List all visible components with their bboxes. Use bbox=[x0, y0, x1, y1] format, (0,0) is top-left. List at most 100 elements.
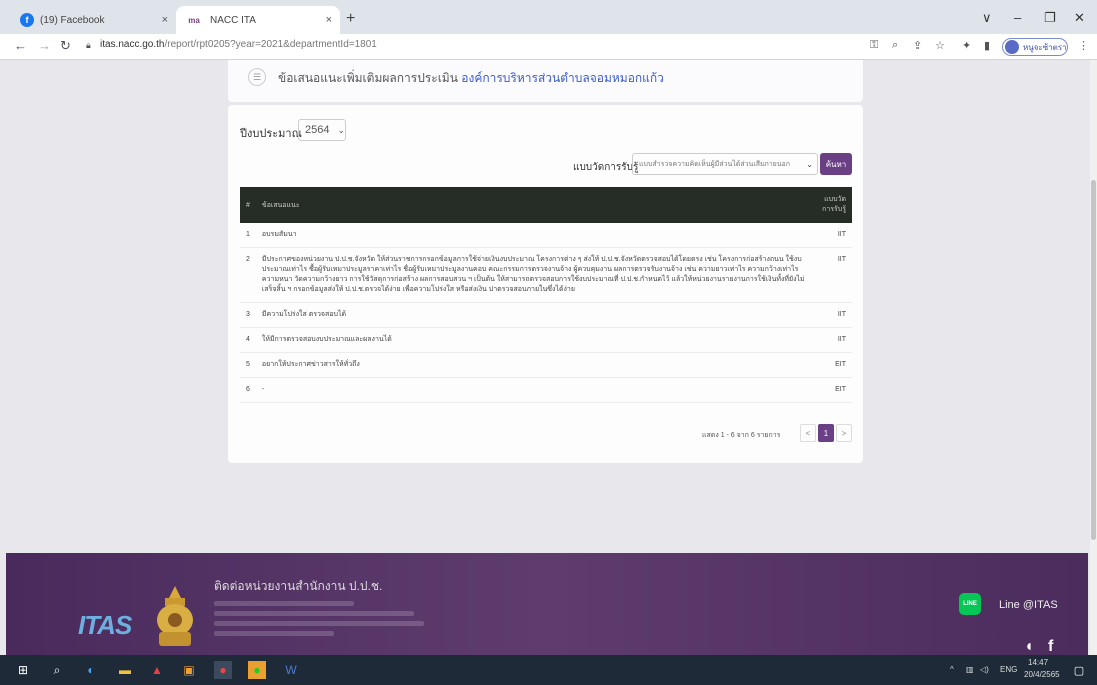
line-app-icon[interactable]: LINE bbox=[959, 593, 981, 615]
extensions-icon[interactable]: ✦ bbox=[962, 39, 971, 52]
row-type: IIT bbox=[812, 327, 852, 353]
side-panel-icon[interactable]: ▮ bbox=[984, 39, 990, 52]
clock-date[interactable]: 20/4/2565 bbox=[1024, 670, 1060, 679]
itas-logo: ITAS bbox=[78, 610, 132, 640]
tab-title: NACC ITA bbox=[210, 14, 256, 26]
row-text: มีความโปร่งใส ตรวจสอบได้ bbox=[255, 302, 812, 328]
form-type-select[interactable]: แบบสำรวจความคิดเห็นผู้มีส่วนได้ส่วนเสียภ… bbox=[632, 153, 818, 175]
form-type-value: แบบสำรวจความคิดเห็นผู้มีส่วนได้ส่วนเสียภ… bbox=[639, 160, 790, 168]
row-type: EIT bbox=[812, 352, 852, 378]
notification-icon[interactable]: ▢ bbox=[1070, 661, 1088, 679]
share-icon[interactable]: ⇪ bbox=[913, 39, 922, 52]
maximize-button[interactable]: ❐ bbox=[1044, 10, 1056, 26]
row-num: 4 bbox=[240, 327, 256, 353]
table-row: 5 อยากให้ประกาศข่าวสารให้ทั่วถึง EIT bbox=[240, 352, 852, 378]
pagination-prev-button[interactable]: < bbox=[800, 424, 816, 442]
tab-nacc-ita[interactable]: ma NACC ITA × bbox=[176, 6, 340, 34]
line-contact-link[interactable]: Line @ITAS bbox=[999, 599, 1058, 611]
forward-icon[interactable]: → bbox=[38, 38, 51, 53]
url-field[interactable]: itas.nacc.go.th/report/rpt0205?year=2021… bbox=[100, 39, 377, 50]
report-card: ปีงบประมาณ 2564 ⌄ แบบวัดการรับรู้ แบบสำร… bbox=[228, 105, 863, 463]
page-header: ☰ ข้อเสนอแนะเพิ่มเติมผลการประเมิน องค์กา… bbox=[228, 60, 863, 102]
scrollbar-thumb[interactable] bbox=[1091, 180, 1096, 540]
reload-icon[interactable]: ↻ bbox=[60, 38, 71, 54]
windows-taskbar: ⊞ ⌕ ◐ ▬ ▲ ▣ ● ● W ^ ▥ ◁) ENG 14:47 20/4/… bbox=[0, 655, 1097, 685]
row-type: IIT bbox=[812, 302, 852, 328]
form-type-label: แบบวัดการรับรู้ bbox=[573, 162, 639, 173]
row-text: ให้มีการตรวจสอบงบประมาณและผลงานได้ bbox=[255, 327, 812, 353]
chevron-down-icon: ⌄ bbox=[337, 124, 346, 135]
file-explorer-icon[interactable]: ▬ bbox=[116, 661, 134, 679]
row-num: 6 bbox=[240, 377, 256, 403]
search-button[interactable]: ค้นหา bbox=[820, 153, 852, 175]
col-type: แบบวัด การรับรู้ bbox=[812, 187, 852, 223]
tab-search-icon[interactable]: ∨ bbox=[982, 10, 992, 26]
row-type: IIT bbox=[812, 223, 852, 248]
chrome-icon[interactable]: ● bbox=[214, 661, 232, 679]
network-icon[interactable]: ▥ bbox=[966, 665, 974, 674]
profile-label: หนูจะซ้าตรา bbox=[1023, 42, 1067, 52]
language-indicator[interactable]: ENG bbox=[1000, 665, 1017, 674]
photos-icon[interactable]: ▣ bbox=[180, 661, 198, 679]
menu-icon[interactable]: ⋮ bbox=[1078, 39, 1089, 52]
row-num: 1 bbox=[240, 223, 256, 248]
search-icon[interactable]: ⌕ bbox=[48, 661, 66, 679]
bookmark-star-icon[interactable]: ☆ bbox=[935, 39, 945, 52]
tab-facebook[interactable]: f (19) Facebook × bbox=[12, 6, 176, 34]
row-num: 2 bbox=[240, 247, 256, 303]
row-text: - bbox=[255, 377, 812, 403]
table-row: 4 ให้มีการตรวจสอบงบประมาณและผลงานได้ IIT bbox=[240, 327, 852, 353]
nacc-emblem-icon bbox=[157, 586, 193, 646]
list-icon: ☰ bbox=[248, 68, 266, 86]
table-row: 3 มีความโปร่งใส ตรวจสอบได้ IIT bbox=[240, 302, 852, 328]
close-window-button[interactable]: ✕ bbox=[1074, 10, 1085, 26]
footer-contact-title: ติดต่อหน่วยงานสำนักงาน ป.ป.ช. bbox=[214, 579, 383, 593]
volume-icon[interactable]: ◁) bbox=[980, 665, 989, 674]
row-type: EIT bbox=[812, 377, 852, 403]
tray-overflow-icon[interactable]: ^ bbox=[950, 665, 954, 674]
page-scrollbar[interactable] bbox=[1090, 60, 1097, 655]
year-value: 2564 bbox=[305, 124, 330, 136]
browser-tab-bar: f (19) Facebook × ma NACC ITA × + ∨ – ❐ … bbox=[0, 0, 1097, 34]
footer-text-line bbox=[214, 631, 334, 636]
row-num: 5 bbox=[240, 352, 256, 378]
row-num: 3 bbox=[240, 302, 256, 328]
nacc-icon: ma bbox=[188, 15, 200, 25]
footer-text-line bbox=[214, 621, 424, 626]
footer-text-line bbox=[214, 611, 414, 616]
profile-button[interactable]: หนูจะซ้าตรา bbox=[1002, 38, 1068, 56]
tab-title: (19) Facebook bbox=[40, 14, 105, 26]
organization-name: องค์การบริหารส่วนตำบลจอมหมอกแก้ว bbox=[461, 71, 664, 85]
zoom-icon[interactable]: ⌕ bbox=[892, 39, 898, 52]
col-num: # bbox=[240, 187, 256, 223]
line-taskbar-icon[interactable]: ● bbox=[248, 661, 266, 679]
pagination-next-button[interactable]: > bbox=[836, 424, 852, 442]
new-tab-button[interactable]: + bbox=[346, 10, 355, 28]
col-suggestion: ข้อเสนอแนะ bbox=[255, 187, 812, 223]
back-icon[interactable]: ← bbox=[14, 38, 27, 53]
word-icon[interactable]: W bbox=[282, 661, 300, 679]
table-row: 6 - EIT bbox=[240, 377, 852, 403]
edge-icon[interactable]: ◐ bbox=[82, 661, 100, 679]
footer-text-line bbox=[214, 601, 354, 606]
pdf-icon[interactable]: ▲ bbox=[148, 661, 166, 679]
page-title-text: ข้อเสนอแนะเพิ่มเติมผลการประเมิน bbox=[278, 71, 458, 85]
lock-icon[interactable]: 🔒︎ bbox=[86, 40, 91, 51]
facebook-icon[interactable]: f bbox=[1048, 638, 1053, 656]
year-label: ปีงบประมาณ bbox=[240, 128, 302, 140]
key-icon[interactable]: ⚿ bbox=[870, 39, 878, 52]
row-text: มีประกาศของหน่วยงาน ป.ป.ช.จังหวัด ให้ส่ว… bbox=[255, 247, 812, 303]
pagination-page-button[interactable]: 1 bbox=[818, 424, 834, 442]
minimize-button[interactable]: – bbox=[1014, 10, 1021, 25]
table-row: 1 อบรมสัมนา IIT bbox=[240, 223, 852, 248]
close-tab-icon[interactable]: × bbox=[162, 14, 168, 26]
close-tab-icon[interactable]: × bbox=[326, 14, 332, 26]
year-select[interactable]: 2564 ⌄ bbox=[298, 119, 346, 141]
windows-start-icon[interactable]: ⊞ bbox=[14, 661, 32, 679]
suggestions-table: # ข้อเสนอแนะ แบบวัด การรับรู้ 1 อบรมสัมน… bbox=[240, 187, 852, 403]
row-text: อยากให้ประกาศข่าวสารให้ทั่วถึง bbox=[255, 352, 812, 378]
address-bar: ← → ↻ 🔒︎ itas.nacc.go.th/report/rpt0205?… bbox=[0, 34, 1097, 60]
facebook-icon: f bbox=[20, 13, 34, 27]
youtube-icon[interactable]: ◖ bbox=[1024, 638, 1034, 656]
clock-time[interactable]: 14:47 bbox=[1028, 658, 1048, 667]
